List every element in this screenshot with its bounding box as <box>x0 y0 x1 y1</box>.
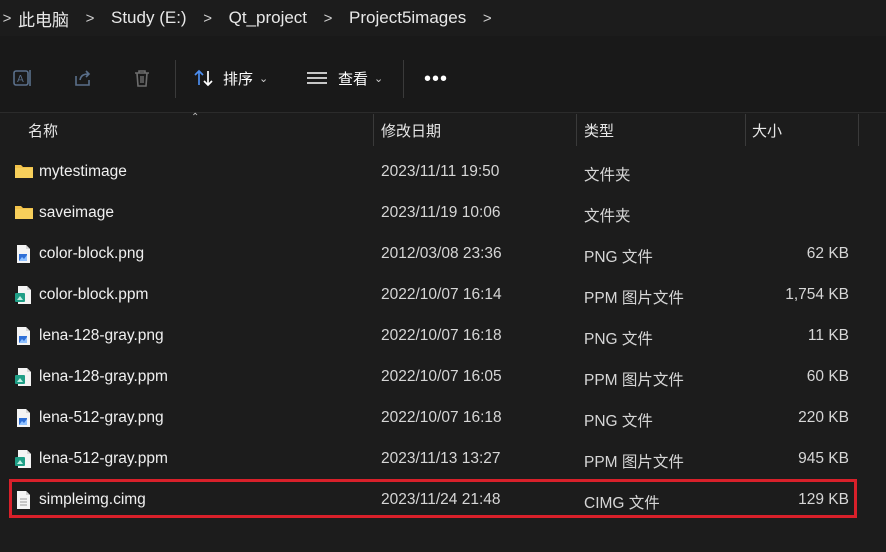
column-resize-handle[interactable] <box>745 114 746 146</box>
view-button[interactable]: 查看 ⌄ <box>306 66 383 90</box>
png-file-icon <box>14 326 34 346</box>
share-icon[interactable] <box>71 66 95 90</box>
breadcrumb-qt-project[interactable]: Qt_project <box>225 8 311 28</box>
folder-icon <box>14 162 34 182</box>
file-modified-date: 2023/11/19 10:06 <box>381 204 501 221</box>
toolbar-divider <box>175 60 176 98</box>
delete-icon[interactable] <box>130 66 154 90</box>
column-resize-handle[interactable] <box>858 114 859 146</box>
file-type: 文件夹 <box>584 208 631 225</box>
generic-file-icon <box>14 490 34 510</box>
file-row[interactable]: lena-128-gray.png 2022/10/07 16:18 PNG 文件 1… <box>0 316 886 357</box>
column-header-name[interactable]: 名称 <box>28 114 58 146</box>
file-row[interactable]: lena-512-gray.png 2022/10/07 16:18 PNG 文件 2… <box>0 398 886 439</box>
sort-label: 排序 <box>223 70 254 88</box>
file-size: 945 KB <box>798 450 849 467</box>
file-modified-date: 2023/11/13 13:27 <box>381 450 501 467</box>
column-header-size[interactable]: 大小 <box>752 114 782 146</box>
file-list: mytestimage 2023/11/11 19:50 文件夹 saveimage 2… <box>0 152 886 521</box>
file-modified-date: 2022/10/07 16:18 <box>381 327 502 344</box>
sort-ascending-icon: ⌃ <box>191 112 200 123</box>
file-type: PNG 文件 <box>584 249 653 266</box>
file-size: 60 KB <box>806 368 849 385</box>
file-name: saveimage <box>39 204 114 221</box>
file-modified-date: 2022/10/07 16:18 <box>381 409 502 426</box>
sort-button[interactable]: 排序 ⌄ <box>193 66 268 90</box>
view-label: 查看 <box>338 70 369 88</box>
png-file-icon <box>14 244 34 264</box>
file-size: 62 KB <box>806 245 849 262</box>
file-name: color-block.png <box>39 245 145 262</box>
column-resize-handle[interactable] <box>576 114 577 146</box>
ppm-file-icon <box>14 367 34 387</box>
file-row[interactable]: lena-512-gray.ppm 2023/11/13 13:27 PPM 图片文… <box>0 439 886 480</box>
file-modified-date: 2022/10/07 16:05 <box>381 368 502 385</box>
chevron-right-icon[interactable]: > <box>191 10 225 27</box>
file-name: lena-512-gray.png <box>39 409 164 426</box>
sort-icon <box>193 68 215 88</box>
file-modified-date: 2023/11/24 21:48 <box>381 491 501 508</box>
file-type: PPM 图片文件 <box>584 290 684 307</box>
rename-icon[interactable]: A <box>11 66 35 90</box>
view-icon <box>306 70 328 86</box>
column-header-date[interactable]: 修改日期 <box>381 114 441 146</box>
file-row[interactable]: simpleimg.cimg 2023/11/24 21:48 CIMG 文件 129… <box>0 479 886 521</box>
png-file-icon <box>14 408 34 428</box>
command-toolbar: A 排序 ⌄ 查看 ⌄ ••• <box>0 36 886 113</box>
file-size: 220 KB <box>798 409 849 426</box>
file-type: PPM 图片文件 <box>584 454 684 471</box>
file-name: color-block.ppm <box>39 286 149 303</box>
address-breadcrumb[interactable]: > 此电脑 > Study (E:) > Qt_project > Projec… <box>0 0 886 36</box>
chevron-right-icon[interactable]: > <box>0 10 14 27</box>
column-resize-handle[interactable] <box>373 114 374 146</box>
more-options-button[interactable]: ••• <box>424 68 448 91</box>
chevron-down-icon: ⌄ <box>259 72 269 85</box>
file-row[interactable]: mytestimage 2023/11/11 19:50 文件夹 <box>0 152 886 193</box>
file-size: 11 KB <box>807 327 849 344</box>
file-row[interactable]: saveimage 2023/11/19 10:06 文件夹 <box>0 193 886 234</box>
file-size: 129 KB <box>798 491 849 508</box>
ppm-file-icon <box>14 285 34 305</box>
file-name: lena-512-gray.ppm <box>39 450 168 467</box>
breadcrumb-project5images[interactable]: Project5images <box>345 8 470 28</box>
chevron-right-icon[interactable]: > <box>311 10 345 27</box>
chevron-down-icon: ⌄ <box>374 72 384 85</box>
file-name: simpleimg.cimg <box>39 491 146 508</box>
file-type: 文件夹 <box>584 167 631 184</box>
ppm-file-icon <box>14 449 34 469</box>
file-modified-date: 2022/10/07 16:14 <box>381 286 502 303</box>
svg-text:A: A <box>17 74 24 85</box>
file-type: PNG 文件 <box>584 331 653 348</box>
file-modified-date: 2023/11/11 19:50 <box>381 163 500 180</box>
toolbar-divider <box>403 60 404 98</box>
breadcrumb-drive[interactable]: Study (E:) <box>107 8 191 28</box>
file-row[interactable]: color-block.png 2012/03/08 23:36 PNG 文件 62 … <box>0 234 886 275</box>
file-row[interactable]: color-block.ppm 2022/10/07 16:14 PPM 图片文件 1… <box>0 275 886 316</box>
file-type: PPM 图片文件 <box>584 372 684 389</box>
chevron-right-icon[interactable]: > <box>470 10 504 27</box>
file-type: PNG 文件 <box>584 413 653 430</box>
file-name: lena-128-gray.ppm <box>39 368 168 385</box>
chevron-right-icon[interactable]: > <box>73 10 107 27</box>
column-header-type[interactable]: 类型 <box>584 114 614 146</box>
folder-icon <box>14 203 34 223</box>
file-modified-date: 2012/03/08 23:36 <box>381 245 502 262</box>
file-name: mytestimage <box>39 163 127 180</box>
column-header-row: ⌃ 名称 修改日期 类型 大小 <box>0 112 886 146</box>
breadcrumb-this-pc[interactable]: 此电脑 <box>14 6 73 31</box>
file-size: 1,754 KB <box>785 286 849 303</box>
file-row[interactable]: lena-128-gray.ppm 2022/10/07 16:05 PPM 图片文… <box>0 357 886 398</box>
file-name: lena-128-gray.png <box>39 327 164 344</box>
file-type: CIMG 文件 <box>584 495 660 512</box>
